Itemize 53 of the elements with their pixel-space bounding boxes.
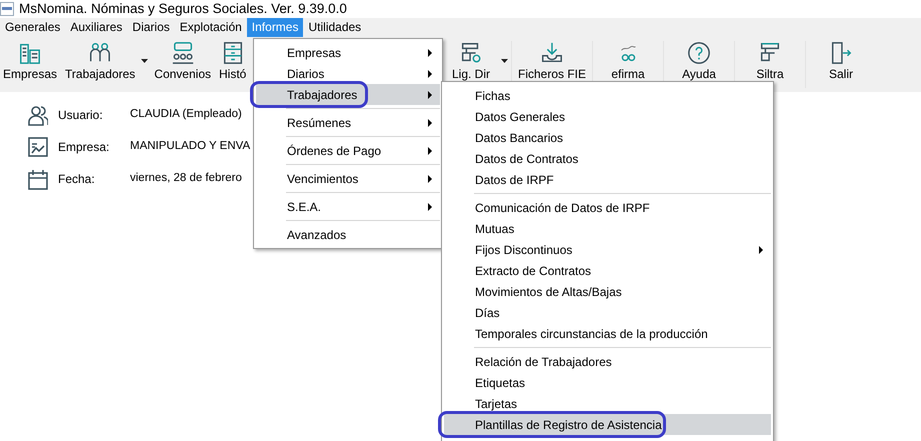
toolbar-button[interactable]: Histó: [216, 37, 252, 92]
menu-item[interactable]: Mutuas: [444, 218, 771, 239]
field-label: Fecha:: [58, 171, 96, 188]
menu-item[interactable]: Movimientos de Altas/Bajas: [444, 281, 771, 302]
menu-item[interactable]: Generales: [0, 18, 66, 37]
calendar-icon: [28, 168, 48, 190]
menu-item[interactable]: Órdenes de Pago: [256, 140, 440, 161]
toolbar-button[interactable]: Salir: [806, 37, 876, 92]
menu-item[interactable]: Temporales circunstancias de la producción: [444, 323, 771, 344]
menu-item[interactable]: Fijos Discontinuos: [444, 239, 771, 260]
menu-item[interactable]: Diarios: [256, 63, 440, 84]
user-icon: [28, 104, 48, 126]
menu-item[interactable]: Etiquetas: [444, 372, 771, 393]
field-label: Usuario:: [58, 107, 104, 124]
menu-item[interactable]: Resúmenes: [256, 112, 440, 133]
menu-item[interactable]: Vencimientos: [256, 168, 440, 189]
menu-item[interactable]: Auxiliares: [65, 18, 128, 37]
download-icon: [540, 41, 564, 65]
menu-item[interactable]: Datos Generales: [444, 106, 771, 127]
menu-item[interactable]: Trabajadores: [256, 84, 440, 105]
menu-item[interactable]: Datos de Contratos: [444, 148, 771, 169]
field-label: Empresa:: [58, 139, 110, 156]
menu-item[interactable]: Relación de Trabajadores: [444, 351, 771, 372]
caret-icon[interactable]: [141, 59, 148, 63]
menu-item[interactable]: Plantillas de Registro de Asistencia: [444, 414, 771, 435]
app-icon: [0, 2, 14, 16]
stack-icon: [459, 41, 483, 65]
help-icon: [687, 41, 712, 65]
window-title: MsNomina. Nóminas y Seguros Sociales. Ver. 9.39.0.0: [19, 0, 347, 18]
chart-icon: [28, 136, 48, 158]
menu-item[interactable]: Diarios: [127, 18, 175, 37]
field-value: viernes, 28 de febrero: [130, 171, 242, 186]
menu-item[interactable]: S.E.A.: [256, 196, 440, 217]
toolbar-button[interactable]: Trabajadores: [62, 37, 152, 92]
toolbar-button[interactable]: Empresas: [0, 37, 62, 92]
menu-item[interactable]: Utilidades: [303, 18, 366, 37]
toolbar-button[interactable]: Convenios: [151, 37, 216, 92]
menu-item[interactable]: Tarjetas: [444, 393, 771, 414]
menu-item[interactable]: Días: [444, 302, 771, 323]
menu-item[interactable]: Explotación: [174, 18, 247, 37]
caret-icon[interactable]: [501, 59, 508, 63]
buildings-icon: [18, 41, 42, 65]
menu-item[interactable]: Informes: [246, 18, 304, 37]
menu-item[interactable]: Comunicación de Datos de IRPF: [444, 197, 771, 218]
exit-icon: [829, 41, 854, 65]
group-icon: [170, 41, 195, 65]
field-value: CLAUDIA (Empleado): [130, 107, 242, 122]
menu-item[interactable]: Empresas: [256, 42, 440, 63]
menu-item[interactable]: Datos Bancarios: [444, 127, 771, 148]
menu-item[interactable]: Datos de IRPF: [444, 169, 771, 190]
field-value: MANIPULADO Y ENVA: [130, 139, 250, 154]
menu-item[interactable]: Extracto de Contratos: [444, 260, 771, 281]
menu-item[interactable]: Avanzados: [256, 224, 440, 245]
